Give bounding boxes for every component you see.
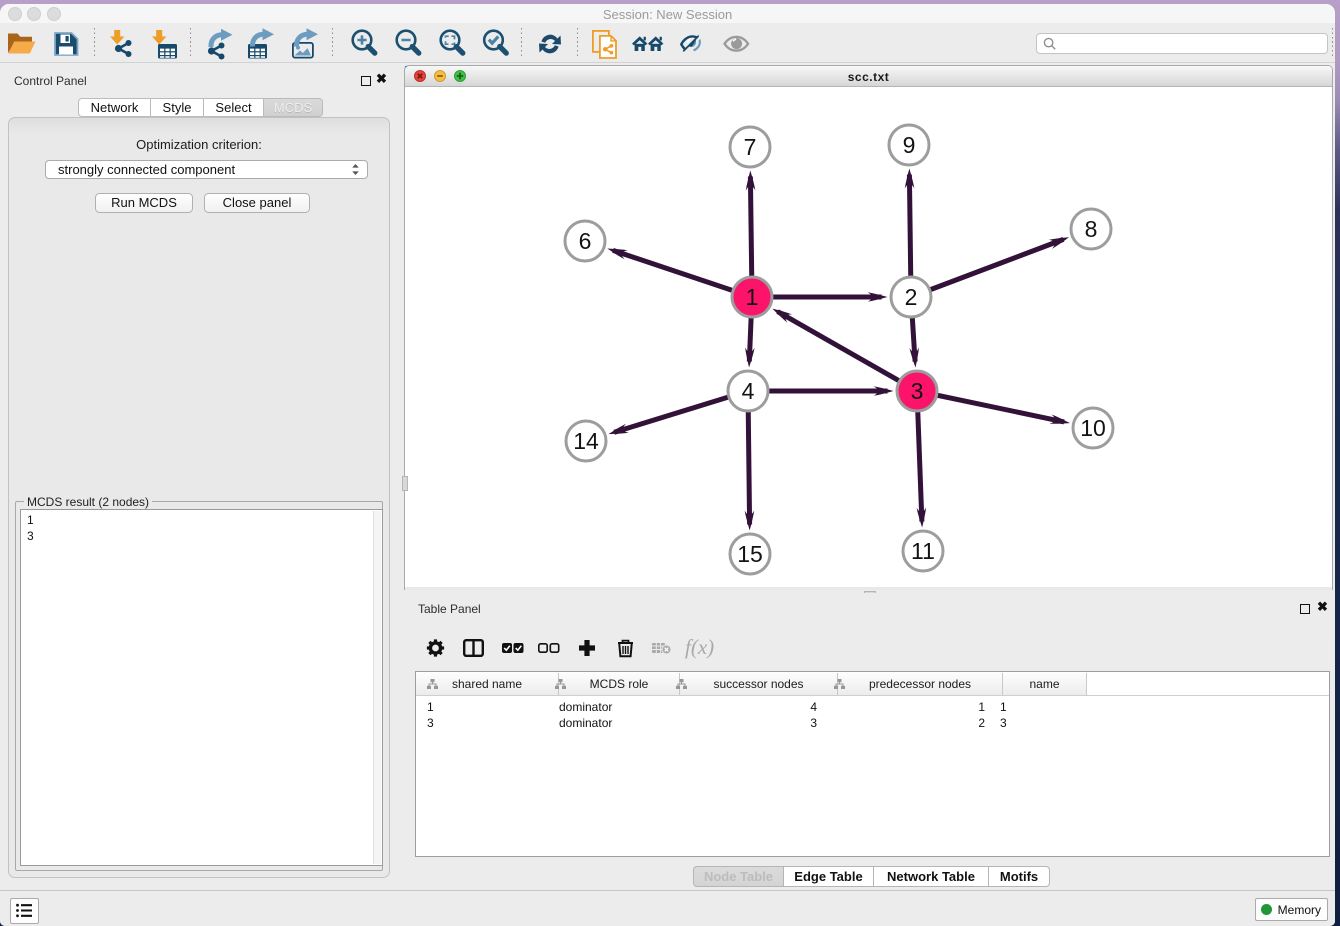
svg-text:10: 10 [1080,415,1106,441]
svg-text:7: 7 [744,134,757,160]
svg-text:9: 9 [903,132,916,158]
svg-text:2: 2 [905,284,918,310]
svg-text:11: 11 [911,538,935,564]
svg-text:8: 8 [1085,216,1098,242]
svg-text:f(x): f(x) [685,635,714,659]
svg-text:4: 4 [742,378,755,404]
svg-text:15: 15 [737,541,763,567]
svg-text:3: 3 [911,378,924,404]
svg-text:14: 14 [573,428,599,454]
svg-text:6: 6 [579,228,592,254]
svg-text:1: 1 [746,284,759,310]
